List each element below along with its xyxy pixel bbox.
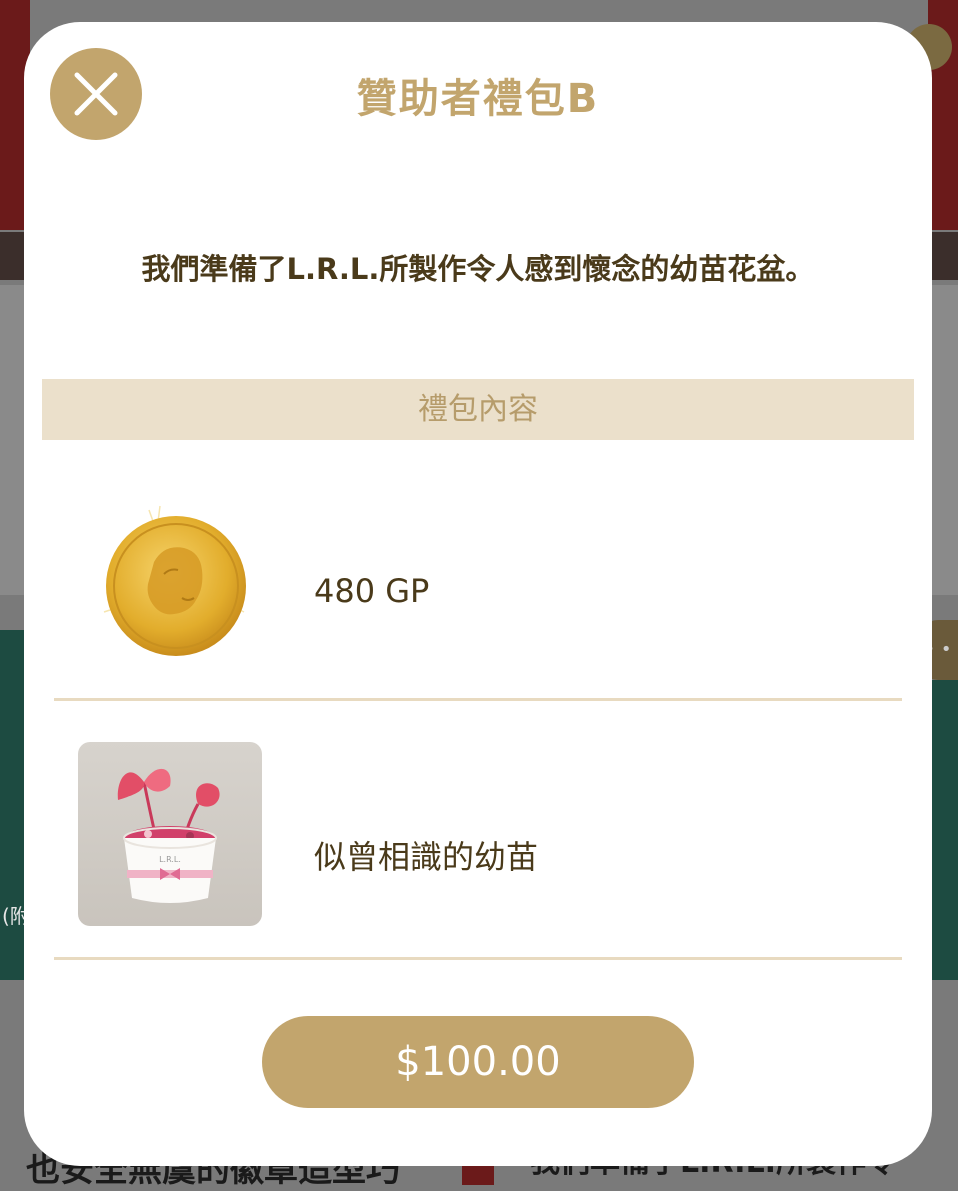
background-bottom-divider <box>462 1163 494 1185</box>
background-card-right <box>928 285 958 595</box>
purchase-button[interactable]: $100.00 <box>262 1016 694 1108</box>
modal-title: 贊助者禮包B <box>356 76 600 122</box>
seedling-pot-icon: L.R.L. <box>78 742 262 926</box>
item-name: 480 GP <box>314 572 430 610</box>
modal-description: 我們準備了L.R.L.所製作令人感到懷念的幼苗花盆。 <box>141 252 815 286</box>
svg-text:L.R.L.: L.R.L. <box>159 855 181 864</box>
list-item: 480 GP <box>54 492 902 700</box>
background-card-green-right <box>932 680 958 980</box>
gold-coin-icon <box>103 505 246 656</box>
background-strip-right <box>928 232 958 280</box>
background-card-green-left: (附 <box>0 630 30 980</box>
gift-pack-modal: 贊助者禮包B 我們準備了L.R.L.所製作令人感到懷念的幼苗花盆。 禮包內容 4… <box>24 22 932 1166</box>
item-name: 似曾相識的幼苗 <box>314 838 539 876</box>
list-item: L.R.L. 似曾相識的幼苗 <box>54 742 902 958</box>
divider <box>54 957 902 960</box>
divider <box>54 698 902 701</box>
section-header: 禮包內容 <box>42 379 914 440</box>
